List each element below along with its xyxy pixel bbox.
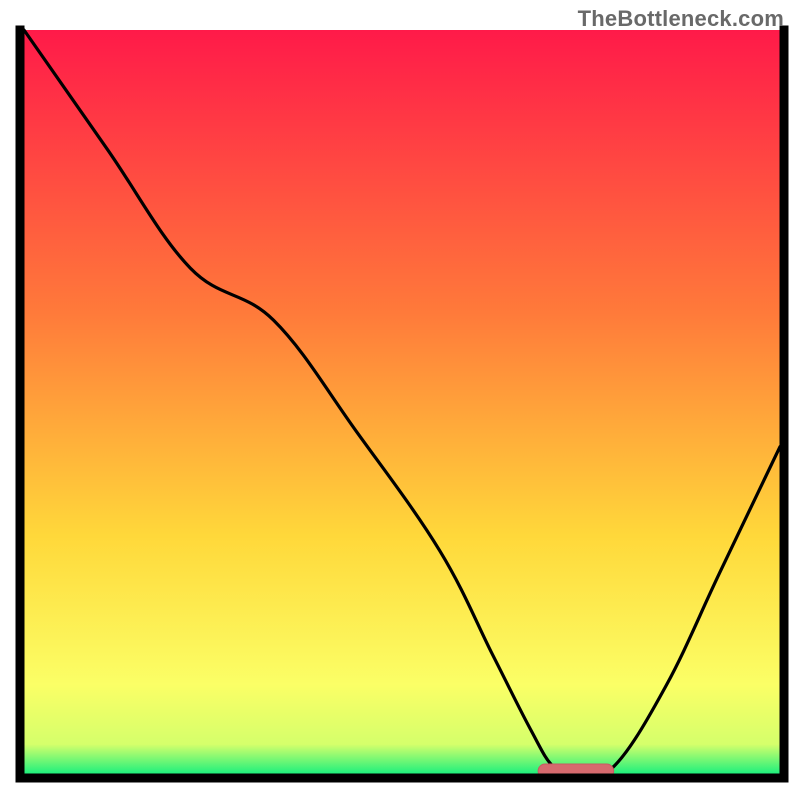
watermark-text: TheBottleneck.com — [578, 6, 784, 32]
plot-background — [24, 30, 780, 774]
bottleneck-chart-svg — [0, 0, 800, 800]
chart-container: TheBottleneck.com — [0, 0, 800, 800]
